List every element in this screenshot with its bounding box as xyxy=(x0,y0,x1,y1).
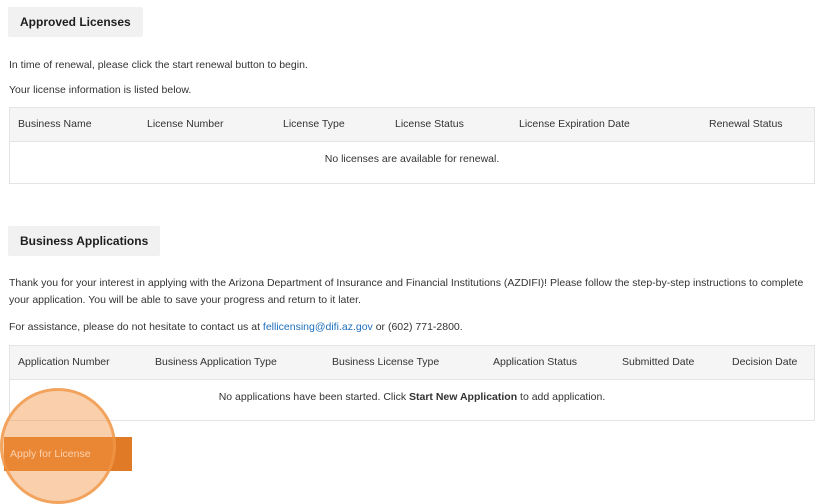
applications-empty-message: No applications have been started. Click… xyxy=(10,391,814,403)
col-license-status: License Status xyxy=(395,118,464,130)
approved-licenses-empty-message: No licenses are available for renewal. xyxy=(324,153,500,165)
start-new-application-text: Start New Application xyxy=(409,391,518,403)
assistance-prefix: For assistance, please do not hesitate t… xyxy=(9,321,263,333)
empty-suffix: to add application. xyxy=(517,391,606,403)
business-applications-table-header: Application Number Business Application … xyxy=(10,346,814,380)
approved-licenses-heading: Approved Licenses xyxy=(8,7,143,37)
renewal-instruction: In time of renewal, please click the sta… xyxy=(9,59,308,71)
business-applications-table: Application Number Business Application … xyxy=(9,345,815,421)
license-info-text: Your license information is listed below… xyxy=(9,84,192,96)
empty-prefix: No applications have been started. Click xyxy=(218,391,409,403)
col-license-number: License Number xyxy=(147,118,224,130)
col-license-type: License Type xyxy=(283,118,345,130)
support-email-link[interactable]: fellicensing@difi.az.gov xyxy=(263,321,373,333)
col-renewal-status: Renewal Status xyxy=(709,118,783,130)
col-submitted-date: Submitted Date xyxy=(622,356,695,368)
col-business-license-type: Business License Type xyxy=(332,356,440,368)
col-business-application-type: Business Application Type xyxy=(155,356,277,368)
col-application-status: Application Status xyxy=(493,356,578,368)
col-license-expiration-date: License Expiration Date xyxy=(519,118,630,130)
click-highlight-indicator xyxy=(0,388,116,504)
business-applications-heading: Business Applications xyxy=(8,226,161,256)
applications-intro-paragraph: Thank you for your interest in applying … xyxy=(9,277,804,306)
assistance-suffix: or (602) 771-2800. xyxy=(372,321,463,333)
col-application-number: Application Number xyxy=(18,356,110,368)
approved-licenses-table-header: Business Name License Number License Typ… xyxy=(10,108,814,142)
col-business-name: Business Name xyxy=(18,118,92,130)
col-decision-date: Decision Date xyxy=(732,356,798,368)
approved-licenses-table: Business Name License Number License Typ… xyxy=(9,107,815,184)
assistance-text: For assistance, please do not hesitate t… xyxy=(9,321,463,333)
